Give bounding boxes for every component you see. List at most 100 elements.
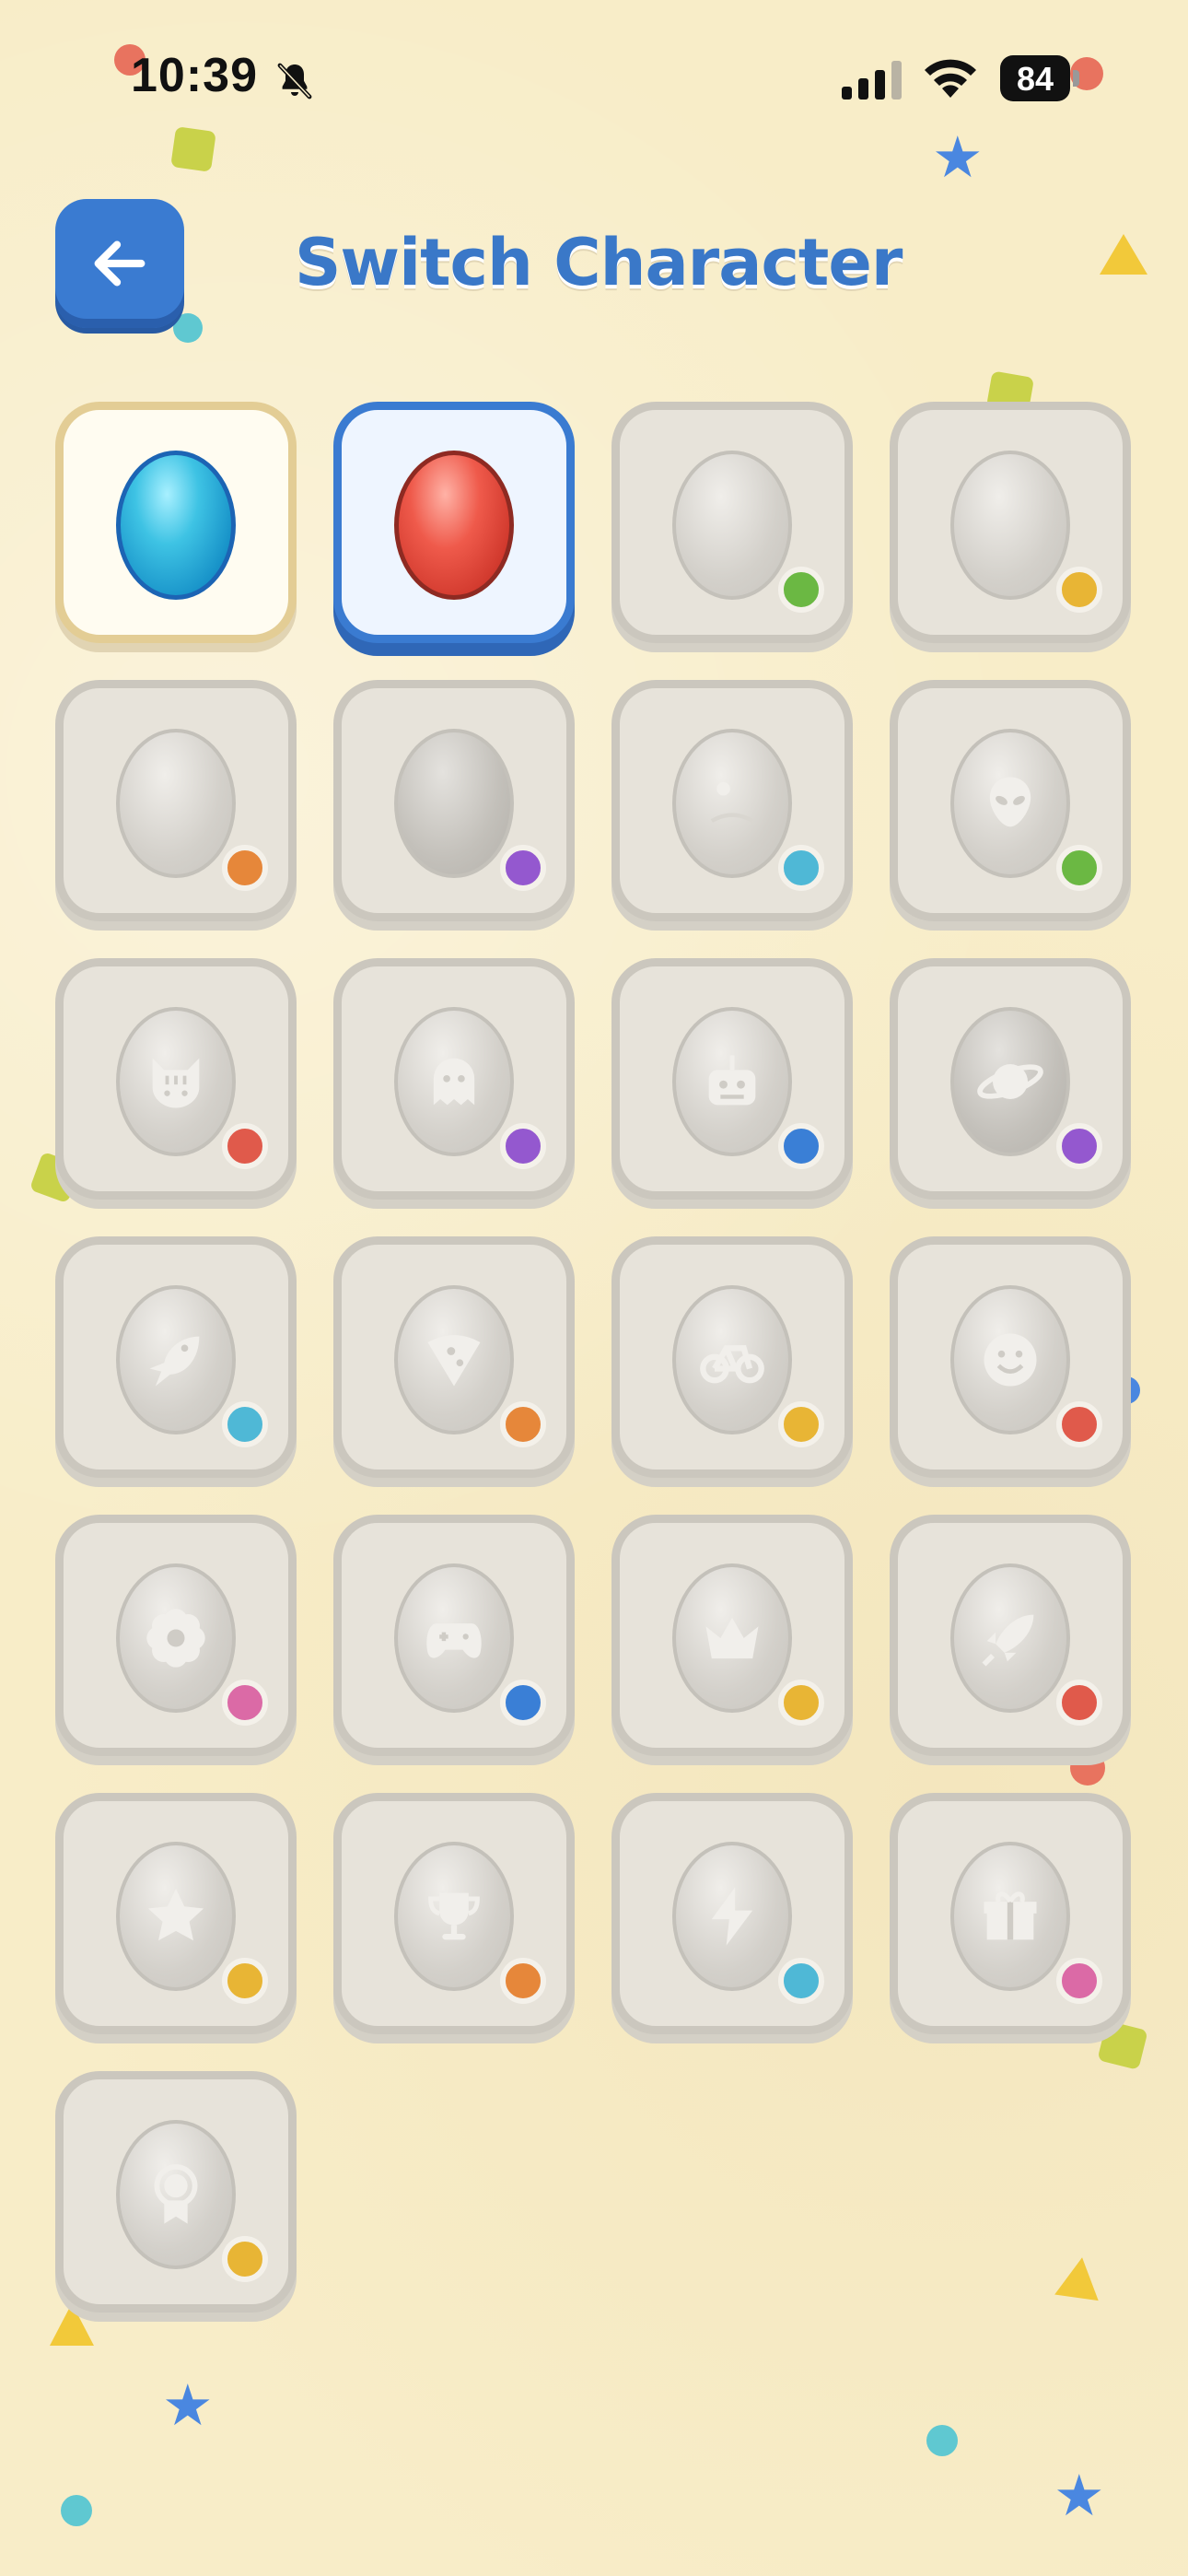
color-badge <box>500 1123 546 1169</box>
ghost-icon <box>419 1047 489 1117</box>
page-title: Switch Character <box>295 225 903 300</box>
confetti-triangle <box>1054 2254 1104 2301</box>
character-tile[interactable] <box>55 2071 297 2313</box>
flower-icon <box>141 1603 211 1673</box>
character-tile[interactable] <box>55 1793 297 2034</box>
rocket-icon <box>975 1603 1045 1673</box>
color-badge <box>778 1401 824 1447</box>
award-ribbon-icon <box>141 2160 211 2230</box>
character-egg <box>950 1563 1070 1713</box>
character-egg <box>672 729 792 878</box>
color-badge <box>778 845 824 891</box>
character-tile[interactable] <box>333 402 575 643</box>
character-tile[interactable] <box>890 402 1131 643</box>
character-tile[interactable] <box>611 1515 853 1756</box>
character-egg <box>394 1563 514 1713</box>
gamepad-icon <box>419 1603 489 1673</box>
character-tile[interactable] <box>890 958 1131 1200</box>
character-tile[interactable] <box>333 1793 575 2034</box>
lightning-icon <box>697 1881 767 1951</box>
character-egg <box>950 729 1070 878</box>
trophy-icon <box>419 1881 489 1951</box>
character-egg <box>394 1842 514 1991</box>
character-egg <box>116 1842 236 1991</box>
status-bar: 10:39 84 <box>0 0 1188 147</box>
character-tile[interactable] <box>890 1236 1131 1478</box>
star-icon <box>141 1881 211 1951</box>
color-badge <box>222 1680 268 1726</box>
pizza-icon <box>419 1325 489 1395</box>
color-badge <box>222 1123 268 1169</box>
bicycle-icon <box>697 1325 767 1395</box>
color-badge <box>1056 1123 1102 1169</box>
character-egg <box>672 1007 792 1156</box>
character-egg <box>950 451 1070 600</box>
color-badge <box>222 1401 268 1447</box>
wifi-icon <box>925 59 976 98</box>
cellular-signal-icon <box>842 61 902 100</box>
character-tile[interactable] <box>55 402 297 643</box>
confetti-dot <box>173 313 203 343</box>
battery-level: 84 <box>1016 60 1054 98</box>
character-tile[interactable] <box>333 1236 575 1478</box>
gift-icon <box>975 1881 1045 1951</box>
character-tile[interactable] <box>611 402 853 643</box>
character-tile[interactable] <box>55 1236 297 1478</box>
color-badge <box>1056 845 1102 891</box>
character-tile[interactable] <box>611 680 853 921</box>
character-tile[interactable] <box>890 1793 1131 2034</box>
confetti-star: ★ <box>1054 2462 1105 2529</box>
color-badge <box>778 1680 824 1726</box>
color-badge <box>222 1958 268 2004</box>
character-egg <box>116 1563 236 1713</box>
character-egg <box>394 451 514 600</box>
color-badge <box>778 1958 824 2004</box>
color-badge <box>1056 567 1102 613</box>
character-tile[interactable] <box>611 1236 853 1478</box>
character-egg <box>672 451 792 600</box>
confetti-star: ★ <box>162 2371 214 2439</box>
character-tile[interactable] <box>611 1793 853 2034</box>
character-egg <box>116 1007 236 1156</box>
fish-icon <box>141 1325 211 1395</box>
confetti-dot <box>61 2495 92 2526</box>
color-badge <box>1056 1680 1102 1726</box>
confetti-dot <box>926 2425 958 2456</box>
cat-icon <box>141 1047 211 1117</box>
character-tile[interactable] <box>890 680 1131 921</box>
character-tile[interactable] <box>611 958 853 1200</box>
character-tile[interactable] <box>890 1515 1131 1756</box>
marble-icon <box>697 768 767 838</box>
battery-icon: 84 <box>1000 55 1081 101</box>
character-tile[interactable] <box>55 680 297 921</box>
character-egg <box>116 451 236 600</box>
back-button[interactable] <box>55 199 184 328</box>
color-badge <box>500 1401 546 1447</box>
character-tile[interactable] <box>333 1515 575 1756</box>
arrow-left-icon <box>94 240 146 287</box>
color-badge <box>1056 1958 1102 2004</box>
character-egg <box>672 1563 792 1713</box>
bell-muted-icon <box>277 63 312 100</box>
color-badge <box>222 845 268 891</box>
character-tile[interactable] <box>333 958 575 1200</box>
color-badge <box>500 845 546 891</box>
character-egg <box>394 729 514 878</box>
smiley-icon <box>975 1325 1045 1395</box>
status-time: 10:39 <box>131 49 258 102</box>
character-tile[interactable] <box>55 958 297 1200</box>
character-egg <box>394 1285 514 1434</box>
planet-icon <box>975 1047 1045 1117</box>
character-tile[interactable] <box>55 1515 297 1756</box>
character-tile[interactable] <box>333 680 575 921</box>
character-egg <box>672 1285 792 1434</box>
alien-icon <box>975 768 1045 838</box>
color-badge <box>500 1680 546 1726</box>
color-badge <box>500 1958 546 2004</box>
character-egg <box>950 1285 1070 1434</box>
color-badge <box>1056 1401 1102 1447</box>
color-badge <box>222 2236 268 2282</box>
crown-icon <box>697 1603 767 1673</box>
character-egg <box>950 1007 1070 1156</box>
confetti-triangle <box>1100 234 1147 275</box>
